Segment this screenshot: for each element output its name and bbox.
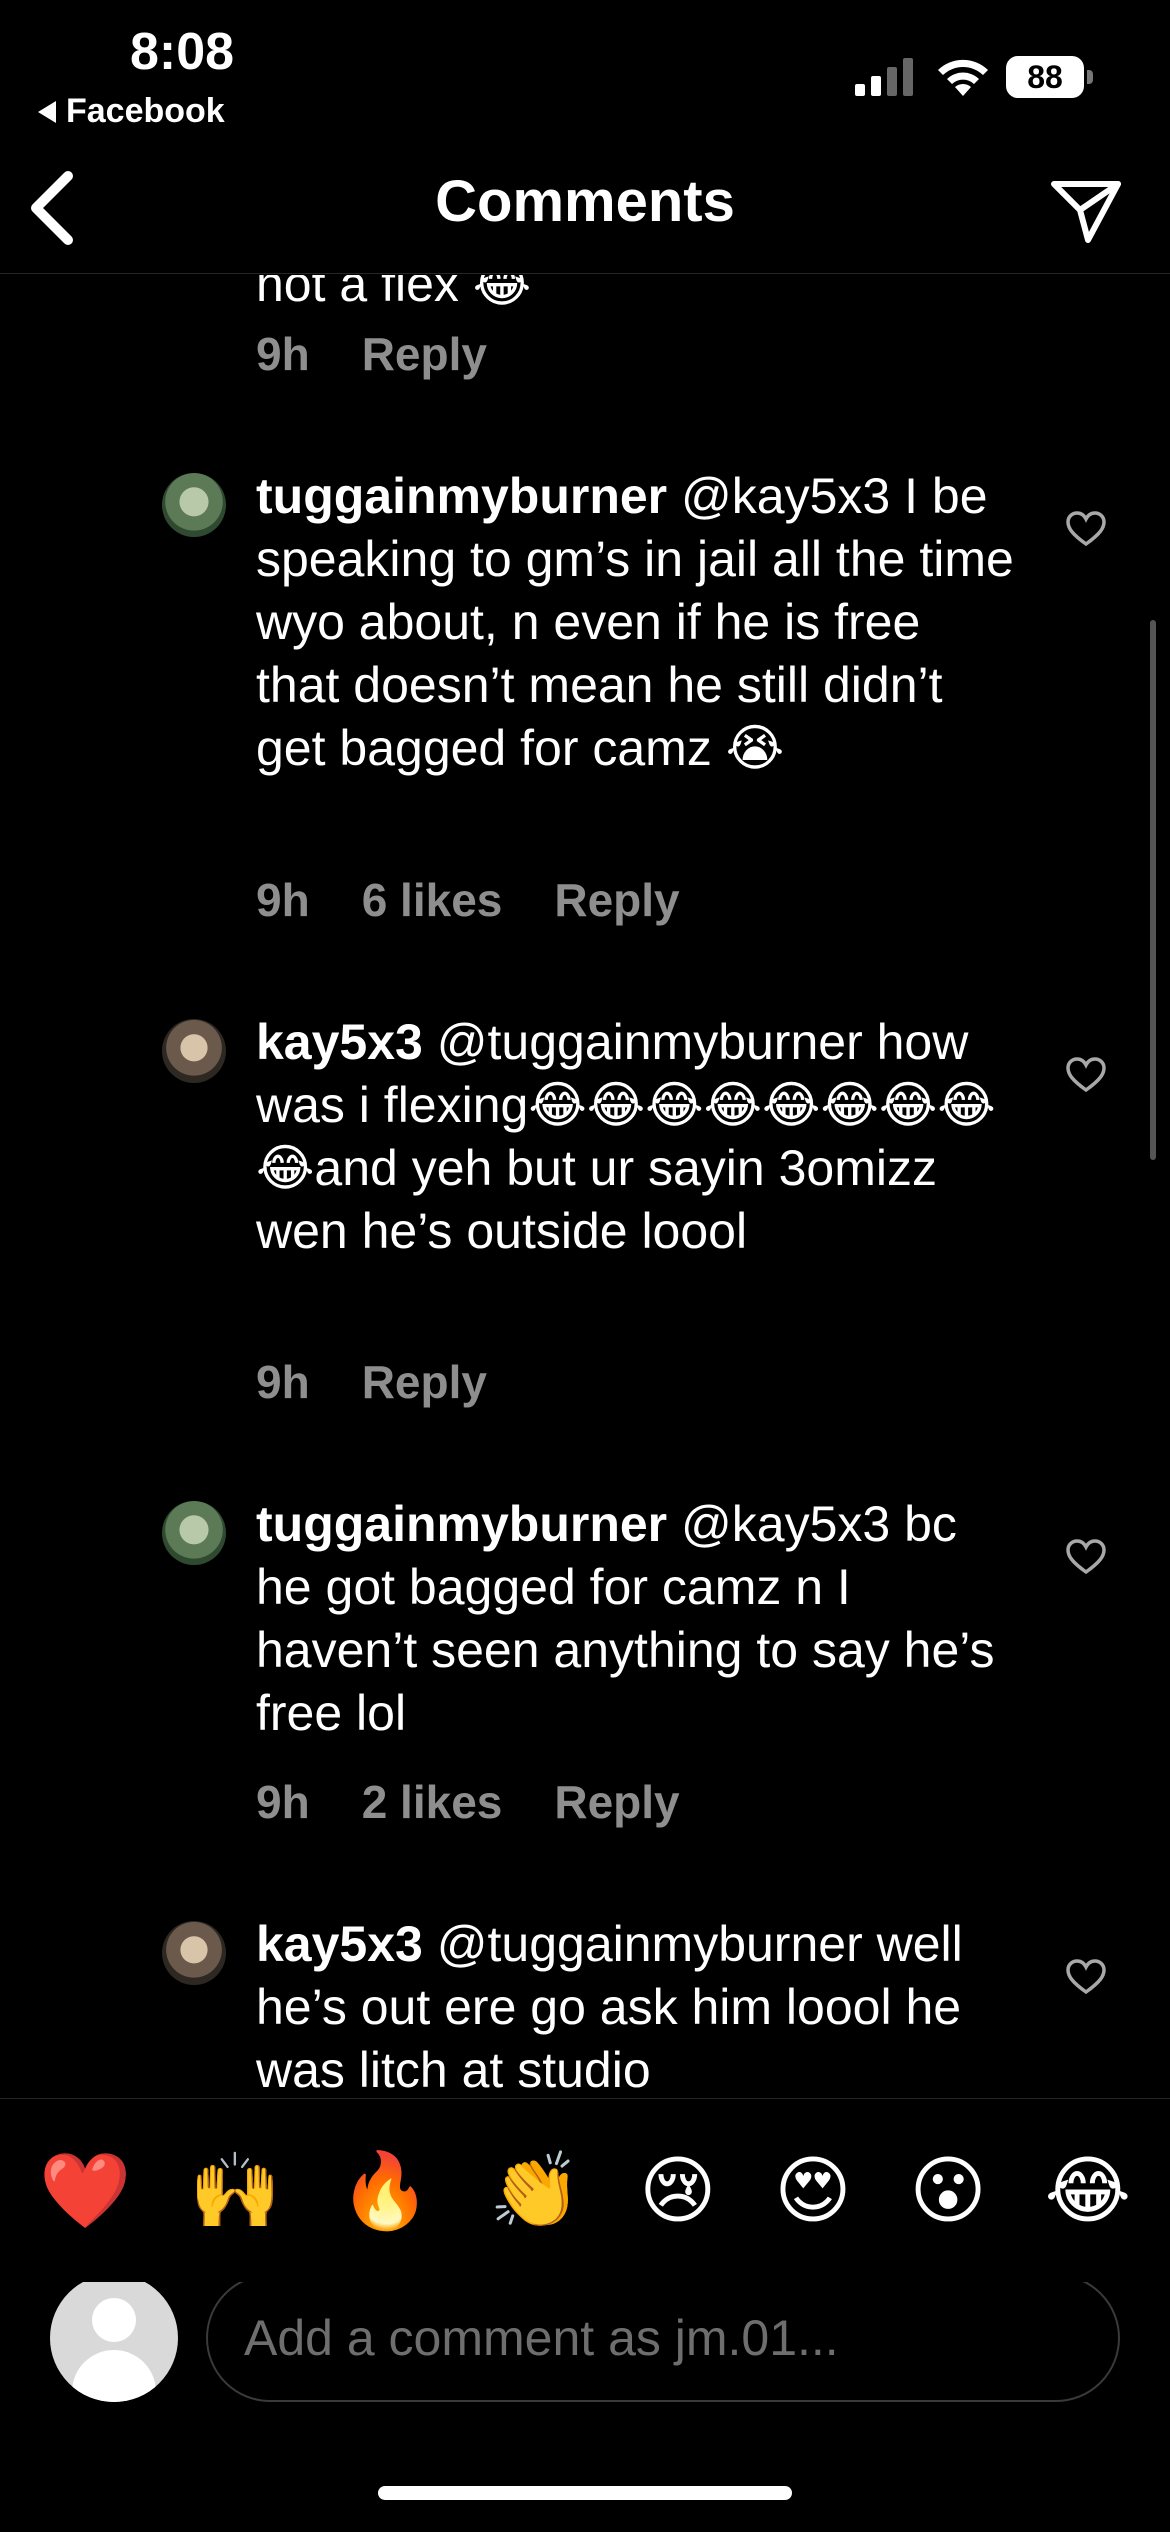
reaction-fire[interactable]: 🔥 xyxy=(339,2153,431,2228)
reply-button[interactable]: Reply xyxy=(362,327,487,381)
reaction-clap[interactable]: 👏 xyxy=(489,2153,581,2228)
reaction-surprised[interactable]: 😮 xyxy=(909,2153,986,2228)
reaction-raised-hands[interactable]: 🙌 xyxy=(189,2153,281,2228)
avatar[interactable] xyxy=(162,1019,226,1083)
cellular-signal-icon xyxy=(855,58,913,96)
reply-button[interactable]: Reply xyxy=(362,1355,487,1409)
paper-plane-icon[interactable] xyxy=(1050,178,1122,244)
comment-username[interactable]: kay5x3 xyxy=(256,1916,423,1972)
comments-list[interactable]: not a flex 😂 9h Reply tuggainmyburner @k… xyxy=(0,275,1170,2098)
comment-time: 9h xyxy=(256,1776,310,1828)
comment-time: 9h xyxy=(256,874,310,926)
heart-outline-icon[interactable] xyxy=(1066,1539,1106,1575)
back-app-label: Facebook xyxy=(66,92,225,130)
like-count[interactable]: 6 likes xyxy=(362,873,503,927)
comment-username[interactable]: kay5x3 xyxy=(256,1014,423,1070)
page-title: Comments xyxy=(435,169,735,234)
comment-username[interactable]: tuggainmyburner xyxy=(256,1496,667,1552)
wifi-icon xyxy=(938,59,988,96)
battery-indicator: 88 xyxy=(1006,56,1084,98)
reaction-crying[interactable]: 😢 xyxy=(639,2153,716,2228)
back-triangle-icon xyxy=(38,100,56,123)
comment-meta: 9h Reply xyxy=(256,1355,487,1409)
home-indicator[interactable] xyxy=(378,2486,792,2500)
heart-outline-icon[interactable] xyxy=(1066,1959,1106,1995)
avatar[interactable] xyxy=(162,1501,226,1565)
reaction-heart[interactable]: ❤️ xyxy=(39,2153,131,2228)
comment-body: kay5x3 @tuggainmyburner well he’s out er… xyxy=(256,1913,1016,2098)
comment-input[interactable] xyxy=(206,2274,1120,2402)
comment-meta: 9h 6 likes Reply xyxy=(256,873,680,927)
battery-tip xyxy=(1087,70,1093,84)
user-avatar-icon xyxy=(50,2274,178,2402)
comment-composer xyxy=(0,2262,1170,2412)
back-to-app-link[interactable]: Facebook xyxy=(38,92,225,131)
scrollbar[interactable] xyxy=(1150,620,1156,1160)
partial-comment-text: not a flex 😂 xyxy=(256,275,532,312)
comment-body: tuggainmyburner @kay5x3 bc he got bagged… xyxy=(256,1493,1016,1745)
avatar[interactable] xyxy=(162,1921,226,1985)
comment-time: 9h xyxy=(256,1356,310,1408)
status-time: 8:08 xyxy=(130,23,235,81)
comment-time: 9h xyxy=(256,328,310,380)
quick-reactions-bar: ❤️ 🙌 🔥 👏 😢 😍 😮 😂 xyxy=(0,2098,1170,2282)
comment-meta: 9h Reply xyxy=(256,327,487,381)
comment-username[interactable]: tuggainmyburner xyxy=(256,468,667,524)
heart-outline-icon[interactable] xyxy=(1066,1057,1106,1093)
avatar[interactable] xyxy=(162,473,226,537)
comment-meta: 9h 2 likes Reply xyxy=(256,1775,680,1829)
status-bar: 8:08 Facebook 88 xyxy=(0,0,1170,140)
heart-outline-icon[interactable] xyxy=(1066,511,1106,547)
reply-button[interactable]: Reply xyxy=(554,873,679,927)
reaction-heart-eyes[interactable]: 😍 xyxy=(774,2153,851,2228)
reaction-laughing[interactable]: 😂 xyxy=(1045,2153,1131,2228)
reply-button[interactable]: Reply xyxy=(554,1775,679,1829)
comment-body: tuggainmyburner @kay5x3 I be speaking to… xyxy=(256,465,1016,780)
like-count[interactable]: 2 likes xyxy=(362,1775,503,1829)
comment-body: kay5x3 @tuggainmyburner how was i flexin… xyxy=(256,1011,1016,1263)
nav-bar: Comments xyxy=(0,140,1170,274)
